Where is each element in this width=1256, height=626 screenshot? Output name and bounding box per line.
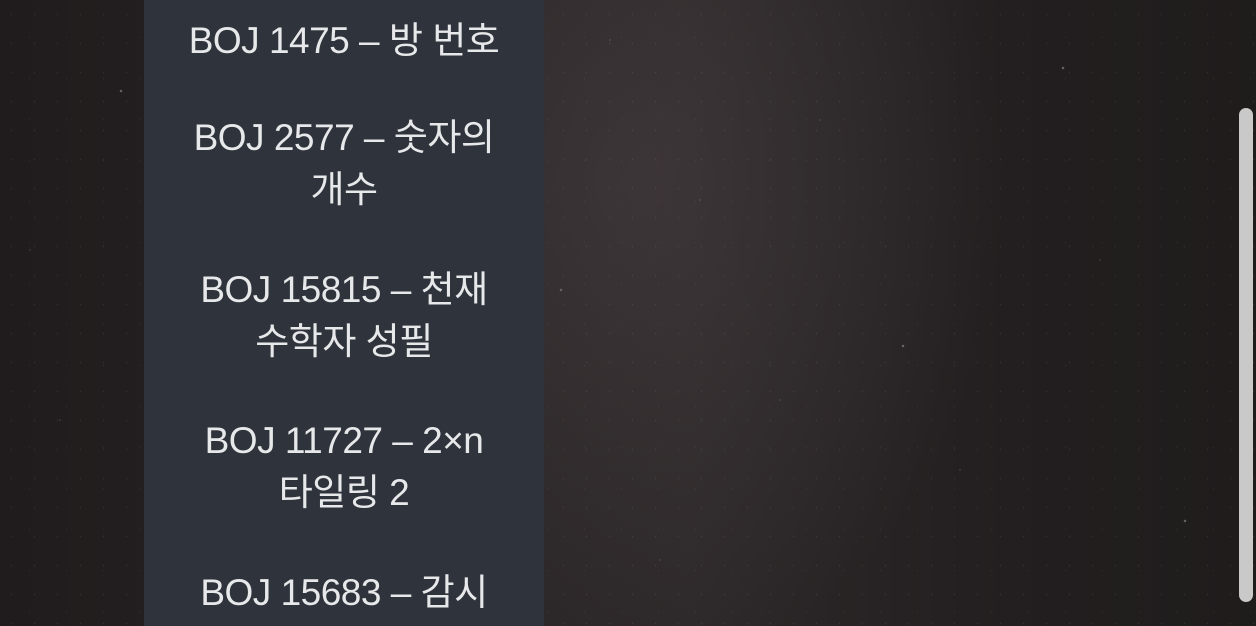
post-link-boj-15815[interactable]: BOJ 15815 – 천재 수학자 성필 <box>144 264 544 368</box>
scrollbar-thumb[interactable] <box>1239 108 1253 602</box>
post-link-boj-11727[interactable]: BOJ 11727 – 2×n 타일링 2 <box>144 415 544 519</box>
post-list-panel: BOJ 1475 – 방 번호 BOJ 2577 – 숫자의 개수 BOJ 15… <box>144 0 544 626</box>
post-link-boj-15683[interactable]: BOJ 15683 – 감시 <box>144 567 544 619</box>
post-link-boj-1475[interactable]: BOJ 1475 – 방 번호 <box>144 15 544 67</box>
page-scrollbar[interactable] <box>1236 0 1256 626</box>
post-link-boj-2577[interactable]: BOJ 2577 – 숫자의 개수 <box>144 112 544 216</box>
